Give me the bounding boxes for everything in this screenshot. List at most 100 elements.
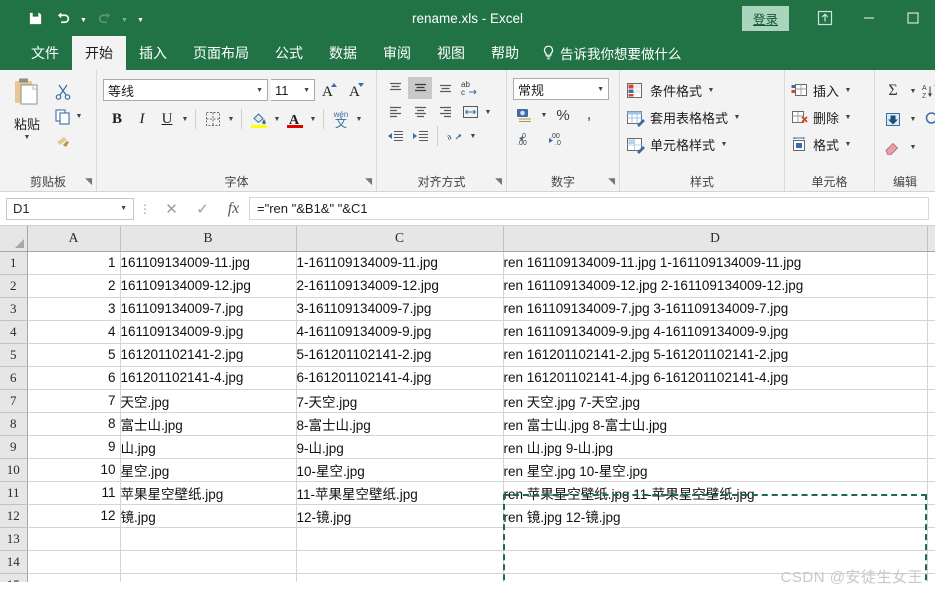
cell-d10[interactable]: ren 星空.jpg 10-星空.jpg [503,458,928,482]
cell-b4[interactable]: 161109134009-9.jpg [120,320,297,344]
paste-button[interactable]: 粘贴 ▼ [0,75,54,141]
fill-color-icon[interactable] [247,107,271,131]
fill-dropdown-icon[interactable]: ▼ [908,116,918,123]
alignment-dialog-launcher-icon[interactable]: ◥ [495,176,502,187]
font-color-dropdown-icon[interactable]: ▼ [308,116,318,123]
formula-bar-expand-handle[interactable]: ⋮ [134,203,156,215]
fill-color-dropdown-icon[interactable]: ▼ [272,116,282,123]
cell-c4[interactable]: 4-161109134009-9.jpg [296,320,504,344]
align-right-icon[interactable] [433,101,457,123]
row-header[interactable]: 12 [0,504,28,528]
orientation-dropdown-icon[interactable]: ▼ [468,133,478,140]
copy-icon[interactable] [54,108,72,126]
orientation-icon[interactable]: a [443,125,467,147]
cell-a7[interactable]: 7 [27,389,121,413]
format-cells-dropdown-icon[interactable]: ▼ [843,141,853,148]
borders-icon[interactable] [201,107,225,131]
maximize-icon[interactable] [891,0,935,36]
autosum-button[interactable]: Σ [881,80,905,102]
cell-d1[interactable]: ren 161109134009-11.jpg 1-161109134009-1… [502,250,928,275]
cell-d5[interactable]: ren 161201102141-2.jpg 5-161201102141-2.… [503,343,928,367]
cell-b15[interactable] [120,573,297,582]
cell-c6[interactable]: 6-161201102141-4.jpg [296,366,504,390]
font-name-dropdown-icon[interactable]: ▼ [256,87,263,94]
cell-d2[interactable]: ren 161109134009-12.jpg 2-161109134009-1… [503,274,928,298]
row-header[interactable]: 6 [0,366,28,390]
tab-data[interactable]: 数据 [316,36,370,70]
cell-a12[interactable]: 12 [27,504,121,528]
row-header[interactable]: 9 [0,435,28,459]
cell-a4[interactable]: 4 [27,320,121,344]
undo-dropdown-icon[interactable]: ▼ [78,5,89,31]
column-header-b[interactable]: B [120,226,297,252]
cell-b1[interactable]: 161109134009-11.jpg [120,251,297,275]
tab-review[interactable]: 审阅 [370,36,424,70]
cell-c1[interactable]: 1-161109134009-11.jpg [296,251,504,275]
tab-help[interactable]: 帮助 [478,36,532,70]
clipboard-dialog-launcher-icon[interactable]: ◥ [85,176,92,187]
cancel-icon[interactable]: ✕ [156,197,187,221]
increase-font-size-icon[interactable]: A [318,78,342,102]
row-header[interactable]: 2 [0,274,28,298]
cell-d11[interactable]: ren 苹果星空壁纸.jpg 11-苹果星空壁纸.jpg [503,481,928,505]
cell-a3[interactable]: 3 [27,297,121,321]
comma-style-button[interactable]: , [577,104,601,126]
number-format-select[interactable]: 常规 ▼ [513,78,609,100]
wrap-text-icon[interactable]: ab c [458,77,482,99]
decrease-indent-icon[interactable] [383,125,407,147]
conditional-formatting-button[interactable]: 条件格式 ▼ [620,77,716,104]
font-size-input[interactable]: 11 ▼ [271,79,315,101]
cell-a8[interactable]: 8 [27,412,121,436]
customize-qat-icon[interactable]: ▼ [132,5,144,31]
column-header-d[interactable]: D [503,226,928,252]
row-header[interactable]: 3 [0,297,28,321]
percent-style-button[interactable]: % [551,104,575,126]
name-box[interactable]: D1 ▼ [6,197,134,220]
cell-c8[interactable]: 8-富士山.jpg [296,412,504,436]
cell-d12[interactable]: ren 镜.jpg 12-镜.jpg [503,504,928,528]
decrease-decimal-icon[interactable]: .00.0 [545,128,575,150]
row-header[interactable]: 7 [0,389,28,413]
cell-a10[interactable]: 10 [27,458,121,482]
name-box-dropdown-icon[interactable]: ▼ [120,205,127,212]
underline-dropdown-icon[interactable]: ▼ [180,116,190,123]
merge-dropdown-icon[interactable]: ▼ [483,109,493,116]
phonetic-dropdown-icon[interactable]: ▼ [354,116,364,123]
formula-input[interactable]: ="ren "&B1&" "&C1 [249,197,929,220]
phonetic-guide-icon[interactable]: wén 文 [329,107,353,131]
underline-button[interactable]: U [155,107,179,131]
row-header[interactable]: 13 [0,527,28,551]
cell-c7[interactable]: 7-天空.jpg [296,389,504,413]
cell-c11[interactable]: 11-苹果星空壁纸.jpg [296,481,504,505]
tab-insert[interactable]: 插入 [126,36,180,70]
cell-a11[interactable]: 11 [27,481,121,505]
align-left-icon[interactable] [383,101,407,123]
tab-file[interactable]: 文件 [18,36,72,70]
cell-a2[interactable]: 2 [27,274,121,298]
increase-decimal-icon[interactable]: .0.00 [513,128,543,150]
cell-c3[interactable]: 3-161109134009-7.jpg [296,297,504,321]
cell-d7[interactable]: ren 天空.jpg 7-天空.jpg [503,389,928,413]
row-header[interactable]: 11 [0,481,28,505]
align-middle-icon[interactable] [408,77,432,99]
cell-b11[interactable]: 苹果星空壁纸.jpg [120,481,297,505]
cell-b10[interactable]: 星空.jpg [120,458,297,482]
fill-down-icon[interactable] [881,108,905,130]
cell-b12[interactable]: 镜.jpg [120,504,297,528]
cell-styles-dropdown-icon[interactable]: ▼ [719,141,729,148]
cell-c10[interactable]: 10-星空.jpg [296,458,504,482]
cell-a15[interactable] [27,573,121,582]
row-header[interactable]: 5 [0,343,28,367]
cell-b14[interactable] [120,550,297,574]
row-header[interactable]: 8 [0,412,28,436]
redo-dropdown-icon[interactable]: ▼ [119,5,130,31]
cell-b7[interactable]: 天空.jpg [120,389,297,413]
cell-a1[interactable]: 1 [27,251,121,275]
cell-c13[interactable] [296,527,504,551]
confirm-icon[interactable]: ✓ [187,197,218,221]
cell-b2[interactable]: 161109134009-12.jpg [120,274,297,298]
cell-d8[interactable]: ren 富士山.jpg 8-富士山.jpg [503,412,928,436]
cut-icon[interactable] [54,83,72,101]
cell-d3[interactable]: ren 161109134009-7.jpg 3-161109134009-7.… [503,297,928,321]
row-header[interactable]: 15 [0,573,28,582]
